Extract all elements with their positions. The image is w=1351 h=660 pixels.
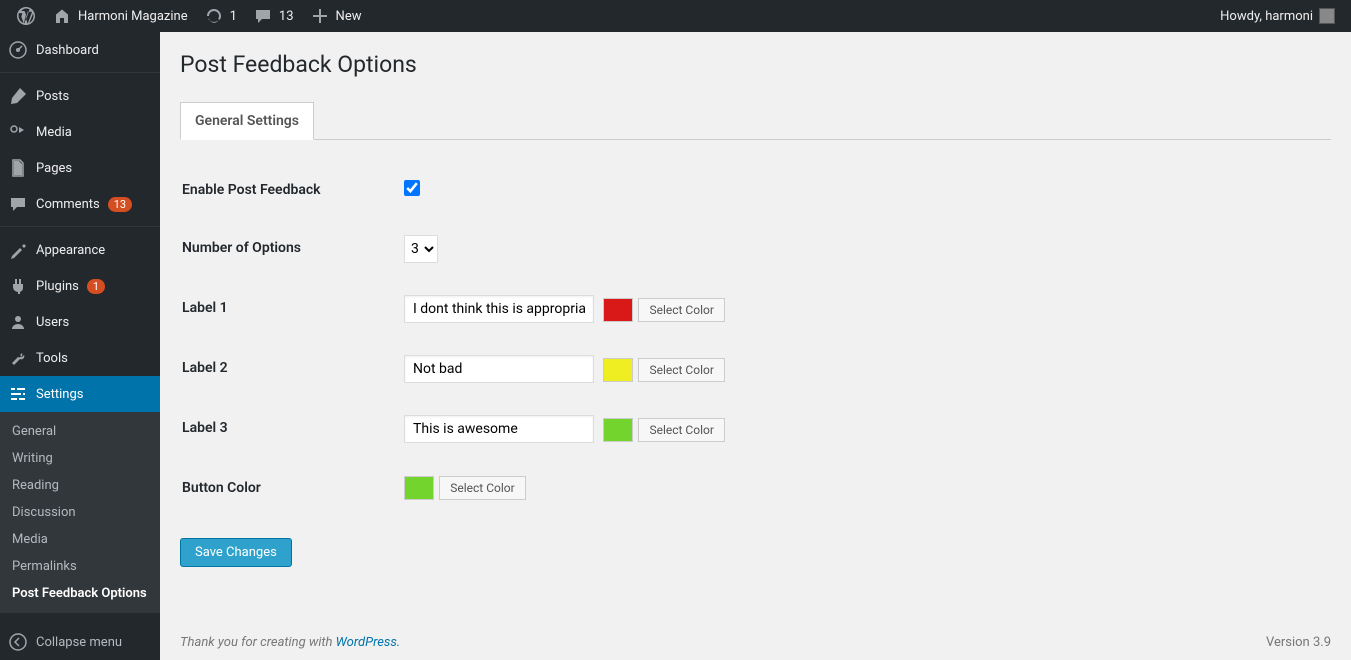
comments-count: 13 xyxy=(279,9,294,24)
submenu-general[interactable]: General xyxy=(0,418,160,445)
menu-plugins[interactable]: Plugins1 xyxy=(0,268,160,304)
submenu-media[interactable]: Media xyxy=(0,526,160,553)
label3-color-swatch[interactable] xyxy=(603,418,633,442)
menu-pages[interactable]: Pages xyxy=(0,150,160,186)
button-color-label: Button Color xyxy=(182,460,392,516)
label1-label: Label 1 xyxy=(182,280,392,338)
comments-badge: 13 xyxy=(108,197,132,212)
site-name-link[interactable]: Harmoni Magazine xyxy=(44,0,196,32)
admin-sidebar: Dashboard Posts Media Pages Comments13 A… xyxy=(0,32,160,660)
submenu-permalinks[interactable]: Permalinks xyxy=(0,553,160,580)
menu-posts[interactable]: Posts xyxy=(0,78,160,114)
number-options-select[interactable]: 3 xyxy=(404,235,438,263)
wordpress-link[interactable]: WordPress. xyxy=(336,635,401,650)
plugins-badge: 1 xyxy=(87,279,105,294)
submenu-writing[interactable]: Writing xyxy=(0,445,160,472)
label1-color-swatch[interactable] xyxy=(603,298,633,322)
label3-label: Label 3 xyxy=(182,400,392,458)
label1-input[interactable] xyxy=(404,295,594,323)
save-changes-button[interactable]: Save Changes xyxy=(180,538,292,567)
label3-select-color-button[interactable]: Select Color xyxy=(638,418,724,442)
settings-submenu: General Writing Reading Discussion Media… xyxy=(0,412,160,613)
number-options-label: Number of Options xyxy=(182,220,392,278)
comments-link[interactable]: 13 xyxy=(245,0,302,32)
avatar xyxy=(1319,8,1335,24)
menu-settings[interactable]: Settings xyxy=(0,376,160,412)
wp-logo[interactable] xyxy=(8,0,44,32)
updates-count: 1 xyxy=(230,9,237,24)
tab-wrapper: General Settings xyxy=(180,102,1331,140)
label2-color-swatch[interactable] xyxy=(603,358,633,382)
site-name: Harmoni Magazine xyxy=(78,9,188,24)
label2-input[interactable] xyxy=(404,355,594,383)
menu-dashboard[interactable]: Dashboard xyxy=(0,32,160,68)
label3-input[interactable] xyxy=(404,415,594,443)
tab-general-settings[interactable]: General Settings xyxy=(180,102,314,140)
page-title: Post Feedback Options xyxy=(180,42,1331,82)
submenu-discussion[interactable]: Discussion xyxy=(0,499,160,526)
submenu-post-feedback[interactable]: Post Feedback Options xyxy=(0,580,160,607)
version-text: Version 3.9 xyxy=(1266,635,1331,650)
button-color-swatch[interactable] xyxy=(404,476,434,500)
footer-thanks: Thank you for creating with WordPress. xyxy=(180,635,400,650)
menu-comments[interactable]: Comments13 xyxy=(0,186,160,222)
enable-feedback-checkbox[interactable] xyxy=(404,180,420,196)
main-content: Post Feedback Options General Settings E… xyxy=(160,32,1351,660)
menu-appearance[interactable]: Appearance xyxy=(0,232,160,268)
updates-link[interactable]: 1 xyxy=(196,0,245,32)
my-account[interactable]: Howdy, harmoni xyxy=(1212,0,1343,32)
admin-bar: Harmoni Magazine 1 13 New Howdy, harmoni xyxy=(0,0,1351,32)
new-link[interactable]: New xyxy=(302,0,370,32)
collapse-menu[interactable]: Collapse menu xyxy=(0,624,160,660)
new-label: New xyxy=(336,9,362,24)
label1-select-color-button[interactable]: Select Color xyxy=(638,298,724,322)
menu-tools[interactable]: Tools xyxy=(0,340,160,376)
button-color-select-color-button[interactable]: Select Color xyxy=(439,476,525,500)
admin-footer: Thank you for creating with WordPress. V… xyxy=(160,625,1351,660)
menu-media[interactable]: Media xyxy=(0,114,160,150)
settings-form-table: Enable Post Feedback Number of Options 3… xyxy=(180,160,1331,518)
menu-users[interactable]: Users xyxy=(0,304,160,340)
label2-label: Label 2 xyxy=(182,340,392,398)
enable-feedback-label: Enable Post Feedback xyxy=(182,162,392,218)
howdy-text: Howdy, harmoni xyxy=(1220,9,1313,24)
label2-select-color-button[interactable]: Select Color xyxy=(638,358,724,382)
submenu-reading[interactable]: Reading xyxy=(0,472,160,499)
